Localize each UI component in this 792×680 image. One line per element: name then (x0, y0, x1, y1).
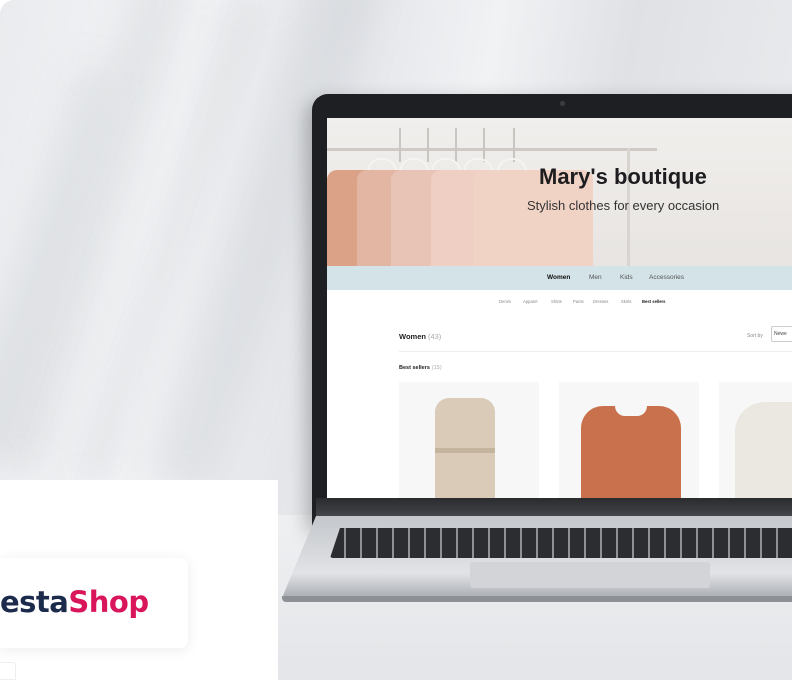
subnav-item-pants[interactable]: Pants (573, 299, 584, 304)
trench-coat-belt (435, 448, 495, 453)
sort-label: Sort by (747, 333, 763, 339)
clothing-rack (327, 148, 657, 151)
white-top-image (735, 402, 792, 498)
subnav-item-best-sellers[interactable]: Best sellers (642, 299, 666, 304)
webcam (560, 101, 565, 106)
hanger (513, 128, 515, 162)
hanger (455, 128, 457, 162)
nav-item-men[interactable]: Men (589, 274, 602, 281)
laptop-base-edge (282, 596, 792, 602)
product-card-white-top[interactable] (719, 382, 792, 498)
hero-banner: Mary's boutique Stylish clothes for ever… (327, 118, 792, 266)
nav-item-women[interactable]: Women (547, 274, 570, 281)
category-count: (43) (427, 332, 442, 341)
product-card-sweater[interactable] (559, 382, 699, 498)
divider (399, 351, 792, 352)
sort-select-value: Newe (774, 331, 787, 337)
subnav-item-dresses[interactable]: Dresses (593, 299, 608, 304)
bestsellers-count: (15) (431, 365, 442, 371)
hanger (483, 128, 485, 162)
subnav-item-denim[interactable]: Denim (499, 299, 511, 304)
logo-text-presta: esta (0, 585, 69, 619)
laptop-keyboard (330, 528, 792, 558)
prestashop-logo: estaShop (0, 585, 149, 619)
bestsellers-heading: Best sellers (15) (399, 365, 442, 371)
bestsellers-label: Best sellers (399, 365, 430, 371)
nav-item-kids[interactable]: Kids (620, 274, 633, 281)
logo-text-shop: Shop (68, 585, 149, 619)
subnav-item-skirts[interactable]: Skirts (621, 299, 631, 304)
category-heading: Women (43) (399, 332, 441, 341)
corner-tab (0, 662, 16, 680)
nav-item-accessories[interactable]: Accessories (649, 274, 684, 281)
main-nav: Women Men Kids Accessories (327, 266, 792, 290)
subnav-item-apparel[interactable]: Apparel (523, 299, 537, 304)
laptop-screen: Mary's boutique Stylish clothes for ever… (327, 118, 792, 498)
hanger (399, 128, 401, 162)
subnav-item-shirts[interactable]: Shirts (551, 299, 562, 304)
orange-sweater-image (581, 406, 681, 498)
product-card-trench-coat[interactable] (399, 382, 539, 498)
hanger (427, 128, 429, 162)
laptop-hinge (316, 498, 792, 516)
sort-select[interactable]: Newe (771, 326, 792, 342)
store-subtitle: Stylish clothes for every occasion (527, 198, 720, 213)
store-title: Mary's boutique (539, 164, 707, 189)
laptop-trackpad (470, 562, 710, 588)
sweater-neckline (615, 406, 647, 416)
category-title: Women (399, 332, 426, 341)
